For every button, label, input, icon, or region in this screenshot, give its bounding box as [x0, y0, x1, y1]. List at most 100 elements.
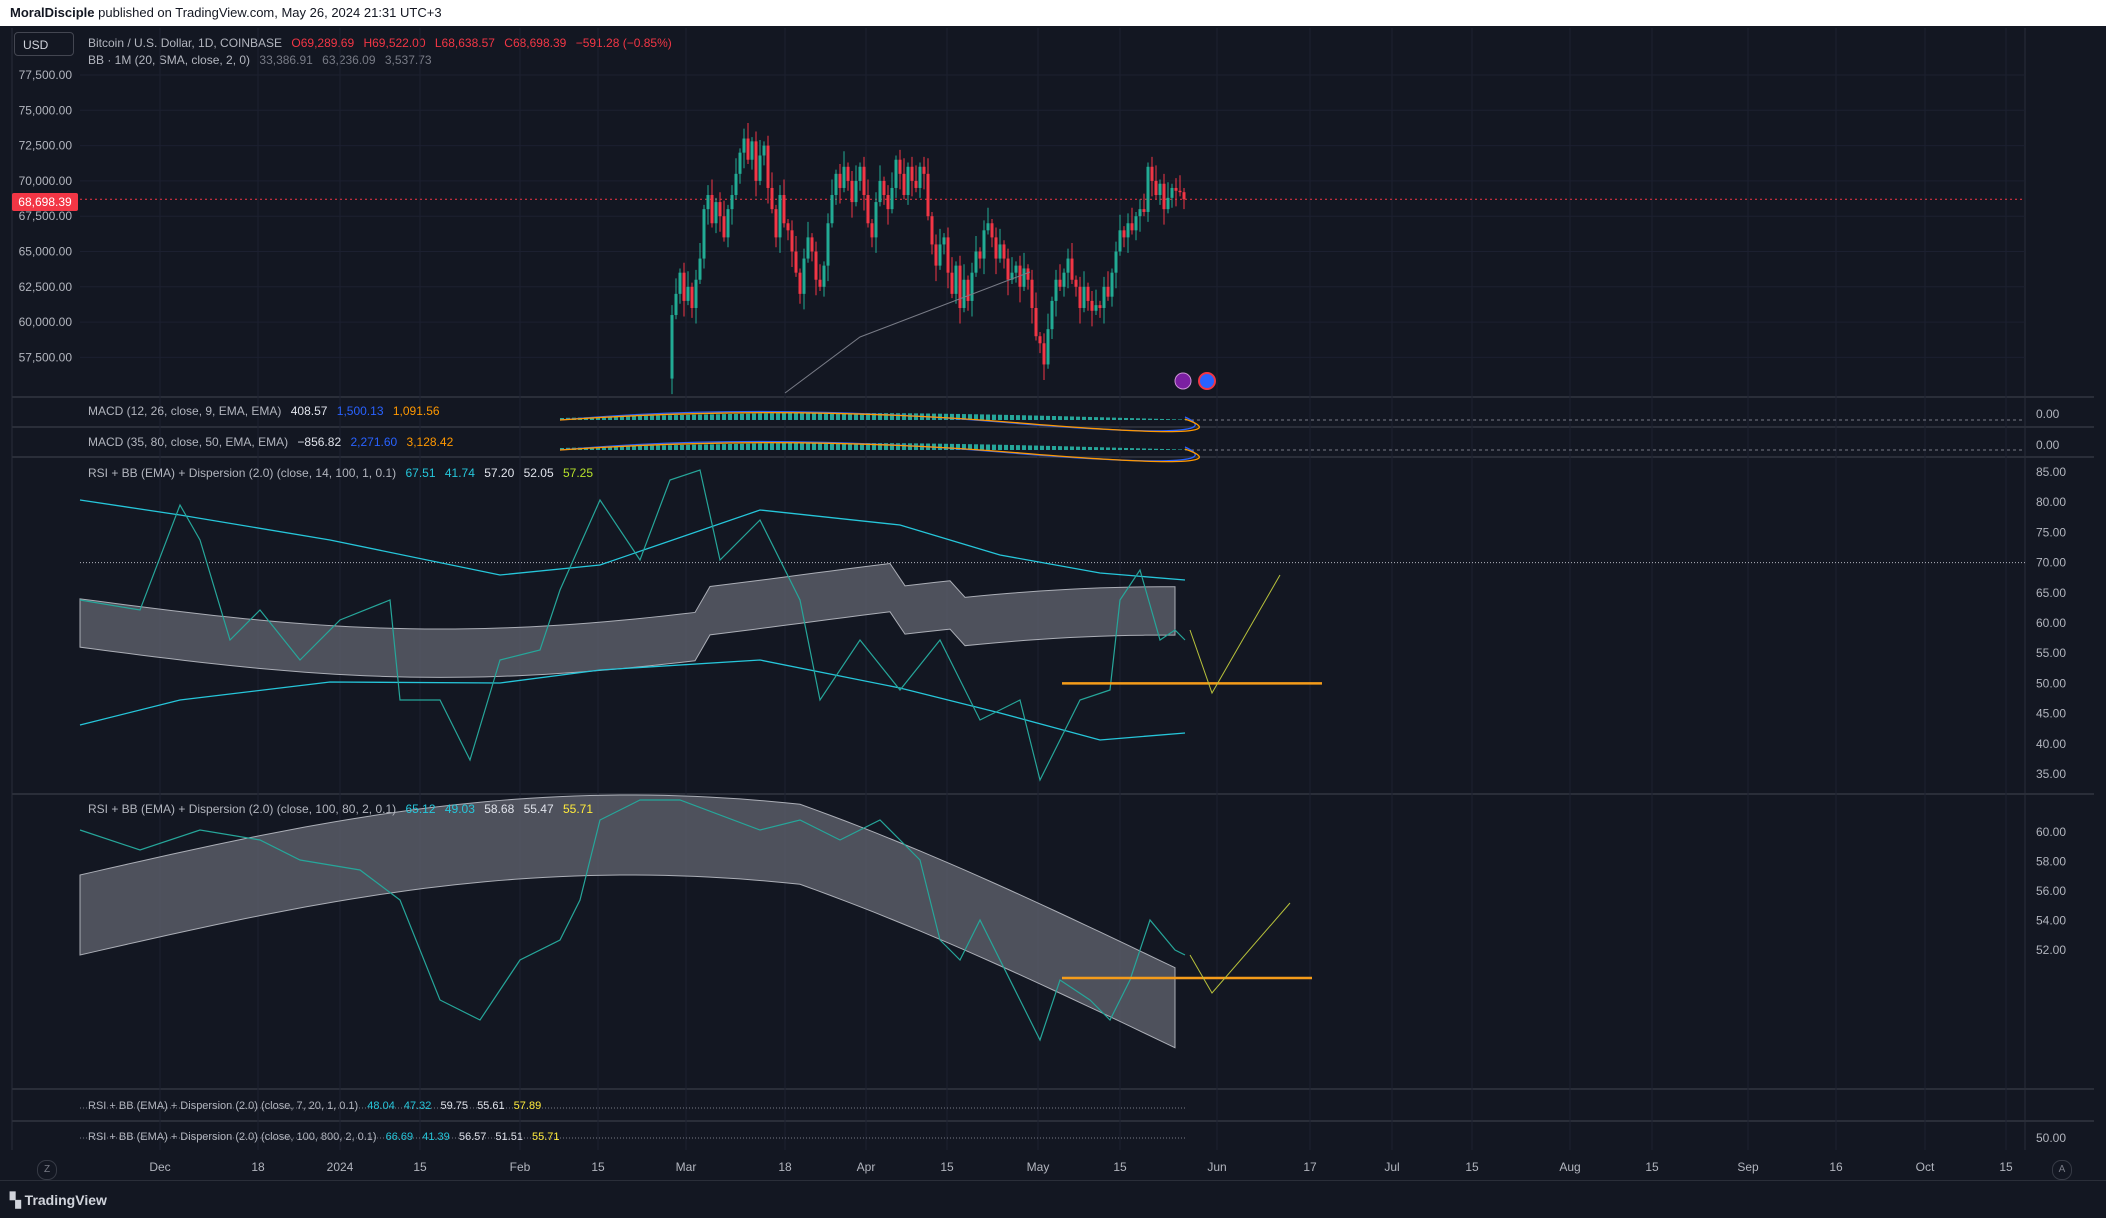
macd2-histogram-bar	[1166, 449, 1170, 450]
macd1-histogram-bar	[1010, 415, 1014, 420]
macd2-histogram-bar	[704, 444, 708, 450]
macd2-histogram-bar	[782, 443, 786, 450]
candle-body	[707, 195, 710, 209]
macd1-histogram-bar	[776, 413, 780, 420]
tradingview-logo[interactable]: ▚ TradingView	[10, 1192, 107, 1209]
candle-body	[683, 273, 686, 301]
candle-body	[1067, 259, 1070, 273]
candle-body	[875, 202, 878, 237]
candle-body	[775, 209, 778, 237]
candle-body	[711, 195, 714, 223]
timezone-button[interactable]: Z	[37, 1160, 57, 1180]
macd2-histogram-bar	[650, 446, 654, 450]
macd1-histogram-bar	[1094, 417, 1098, 420]
macd1-histogram-bar	[710, 414, 714, 420]
macd2-histogram-bar	[662, 445, 666, 450]
rsi2-value-4: 55.47	[524, 802, 554, 816]
macd2-histogram-bar	[1016, 445, 1020, 450]
candle-body	[1151, 167, 1154, 181]
rsi3-value-5: 57.89	[514, 1100, 542, 1112]
rsi3-value-2: 47.32	[404, 1100, 432, 1112]
macd1-label[interactable]: MACD (12, 26, close, 9, EMA, EMA)	[88, 404, 281, 418]
rsi2-label[interactable]: RSI + BB (EMA) + Dispersion (2.0) (close…	[88, 802, 396, 816]
candle-body	[771, 188, 774, 209]
macd2-histogram-bar	[992, 445, 996, 450]
macd1-histogram-bar	[668, 415, 672, 420]
rsi3-label[interactable]: RSI + BB (EMA) + Dispersion (2.0) (close…	[88, 1100, 358, 1112]
candle-body	[1139, 209, 1142, 216]
candle-body	[887, 195, 890, 209]
macd1-histogram-bar	[980, 414, 984, 420]
macd2-histogram-bar	[1154, 449, 1158, 450]
macd2-histogram-bar	[1172, 449, 1176, 450]
candle-body	[695, 280, 698, 308]
candle-body	[1071, 259, 1074, 280]
macd1-histogram-bar	[1040, 416, 1044, 420]
macd2-histogram-bar	[1100, 447, 1104, 450]
candle-body	[675, 294, 678, 315]
candle-body	[871, 223, 874, 237]
macd1-histogram-bar	[680, 415, 684, 420]
us-flag-event-icon	[1199, 373, 1215, 389]
macd1-histogram-bar	[740, 414, 744, 420]
candle-body	[783, 195, 786, 223]
macd1-histogram-bar	[1178, 419, 1182, 420]
rsi4-axis-label: 50.00	[2036, 1131, 2066, 1145]
time-axis-label: Jul	[1384, 1160, 1399, 1174]
rsi4-value-4: 51.51	[495, 1131, 523, 1143]
rsi4-label[interactable]: RSI + BB (EMA) + Dispersion (2.0) (close…	[88, 1131, 377, 1143]
auto-scale-button[interactable]: A	[2052, 1160, 2072, 1180]
macd1-histogram-bar	[1004, 415, 1008, 420]
chart-canvas[interactable]: Dec18202415Feb15Mar18Apr15May15Jun17Jul1…	[0, 0, 2106, 1217]
time-axis-label: 15	[1113, 1160, 1127, 1174]
rsi1-axis-label: 50.00	[2036, 676, 2066, 690]
candle-body	[755, 141, 758, 181]
macd1-histogram-bar	[830, 413, 834, 420]
candle-body	[1111, 273, 1114, 297]
macd2-histogram-bar	[692, 445, 696, 450]
macd2-label[interactable]: MACD (35, 80, close, 50, EMA, EMA)	[88, 435, 288, 449]
macd1-histogram-bar	[764, 413, 768, 420]
candle-body	[819, 280, 822, 287]
candle-body	[715, 202, 718, 223]
macd2-value-1: −856.82	[297, 435, 341, 449]
rsi4-value-5: 55.71	[532, 1131, 560, 1143]
rsi2-dispersion-band	[80, 795, 1175, 1048]
candle-body	[999, 244, 1002, 258]
macd1-histogram-bar	[1148, 419, 1152, 420]
rsi2-axis-label: 52.00	[2036, 943, 2066, 957]
macd1-histogram-bar	[1046, 416, 1050, 420]
macd2-histogram-bar	[1070, 446, 1074, 450]
rsi1-axis-label: 80.00	[2036, 495, 2066, 509]
rsi1-label[interactable]: RSI + BB (EMA) + Dispersion (2.0) (close…	[88, 466, 396, 480]
time-axis-label: 15	[413, 1160, 427, 1174]
macd2-histogram-bar	[770, 443, 774, 450]
rsi2-value-1: 65.12	[405, 802, 435, 816]
candle-body	[679, 273, 682, 294]
macd1-histogram-bar	[1142, 418, 1146, 420]
macd1-histogram-bar	[692, 415, 696, 420]
candle-body	[883, 181, 886, 195]
candle-body	[751, 141, 754, 159]
macd1-histogram-bar	[638, 416, 642, 420]
footer: ▚ TradingView	[0, 1180, 2106, 1218]
macd2-histogram-bar	[1148, 449, 1152, 450]
time-axis-label: May	[1027, 1160, 1050, 1174]
macd1-histogram-bar	[1166, 419, 1170, 420]
macd2-histogram-bar	[716, 444, 720, 450]
time-axis-label: 17	[1303, 1160, 1317, 1174]
macd2-histogram-bar	[1112, 448, 1116, 450]
candle-body	[947, 237, 950, 272]
candle-body	[1103, 287, 1106, 308]
macd2-histogram-bar	[980, 444, 984, 450]
trendline-drawing	[785, 272, 1030, 393]
candle-body	[839, 174, 842, 188]
candlestick-series	[671, 123, 1186, 394]
rsi1-axis-label: 60.00	[2036, 616, 2066, 630]
macd2-histogram-bar	[1022, 445, 1026, 450]
macd1-histogram-bar	[662, 415, 666, 420]
macd2-axis-label: 0.00	[2036, 438, 2060, 452]
macd2-histogram-bar	[830, 443, 834, 450]
macd1-histogram-bar	[1070, 416, 1074, 420]
candle-body	[731, 195, 734, 209]
